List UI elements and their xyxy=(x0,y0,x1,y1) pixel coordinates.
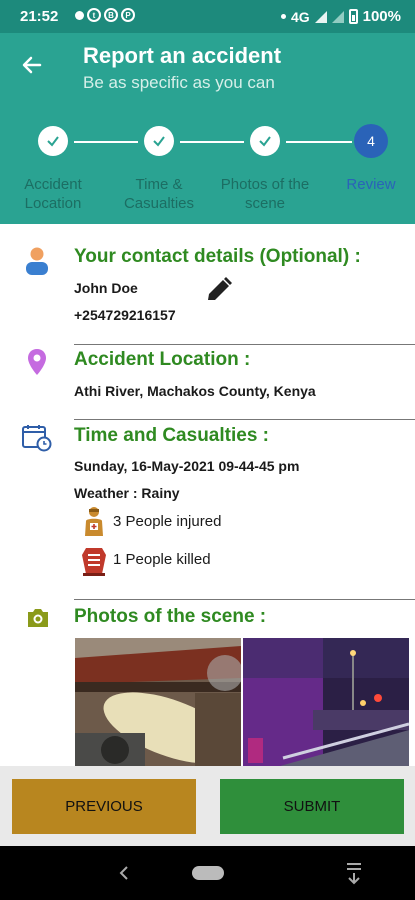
battery-level: 100% xyxy=(362,8,401,25)
step-connector-2 xyxy=(180,141,244,143)
calendar-clock-icon xyxy=(22,425,52,452)
check-icon xyxy=(47,136,59,147)
scene-photo-2[interactable] xyxy=(243,638,409,766)
contact-name: John Doe xyxy=(74,280,138,296)
page-subtitle: Be as specific as you can xyxy=(83,73,275,92)
page-title: Report an accident xyxy=(83,43,282,68)
location-value: Athi River, Machakos County, Kenya xyxy=(74,383,316,399)
camera-icon xyxy=(28,609,48,627)
divider xyxy=(74,419,415,420)
battery-icon xyxy=(348,9,358,24)
dot-icon xyxy=(75,10,84,20)
signal-icon-2 xyxy=(331,10,344,23)
step-label-photos: Photos of the scene xyxy=(220,176,310,212)
scene-photo-1[interactable] xyxy=(75,638,241,766)
p-app-icon: P xyxy=(121,8,135,22)
divider xyxy=(74,344,415,345)
edit-pencil-icon[interactable] xyxy=(204,276,234,304)
contact-title: Your contact details (Optional) : xyxy=(74,246,361,267)
system-nav-bar xyxy=(0,846,415,900)
location-pin-icon xyxy=(28,349,46,375)
divider xyxy=(74,599,415,600)
app-header: Report an accident Be as specific as you… xyxy=(0,33,415,224)
step-4-number[interactable]: 4 xyxy=(354,124,388,158)
nav-home-pill[interactable] xyxy=(192,866,224,880)
step-connector-1 xyxy=(74,141,138,143)
status-bar: 21:52 t B P 4G 100% xyxy=(0,0,415,33)
contact-phone: +254729216157 xyxy=(74,307,176,323)
photos-title: Photos of the scene : xyxy=(74,606,267,627)
step-label-accident-location: Accident Location xyxy=(24,176,82,212)
action-bar: PREVIOUS SUBMIT xyxy=(0,766,415,846)
location-title: Accident Location : xyxy=(74,349,251,370)
step-1-check-icon[interactable] xyxy=(38,126,68,156)
check-icon xyxy=(259,136,271,147)
injured-count: 3 People injured xyxy=(113,513,222,530)
nav-menu-down-icon[interactable] xyxy=(344,861,364,885)
time-casualties-title: Time and Casualties : xyxy=(74,425,269,446)
step-connector-3 xyxy=(286,141,352,143)
check-icon xyxy=(153,136,165,147)
signal-icon xyxy=(314,10,327,23)
step-3-check-icon[interactable] xyxy=(250,126,280,156)
previous-button[interactable]: PREVIOUS xyxy=(12,779,196,834)
small-dot-icon xyxy=(280,14,286,19)
coffin-killed-icon xyxy=(82,548,106,576)
status-time: 21:52 xyxy=(20,8,59,25)
killed-count: 1 People killed xyxy=(113,551,211,568)
injured-person-icon xyxy=(85,507,103,536)
notification-icons: t B P xyxy=(75,8,135,22)
nav-back-icon[interactable] xyxy=(118,865,130,881)
accident-datetime: Sunday, 16-May-2021 09-44-45 pm xyxy=(74,458,300,474)
person-icon xyxy=(26,247,48,275)
weather: Weather : Rainy xyxy=(74,485,180,501)
network-label: 4G xyxy=(290,8,310,25)
step-label-time-casualties: Time & Casualties xyxy=(123,176,195,212)
twitter-icon: t xyxy=(87,8,101,22)
submit-button[interactable]: SUBMIT xyxy=(220,779,404,834)
b-app-icon: B xyxy=(104,8,118,22)
back-arrow-icon[interactable] xyxy=(20,53,44,77)
review-content[interactable]: Your contact details (Optional) : John D… xyxy=(0,224,415,766)
step-2-check-icon[interactable] xyxy=(144,126,174,156)
status-right: 4G 100% xyxy=(280,8,401,25)
step-label-review: Review xyxy=(346,176,396,193)
